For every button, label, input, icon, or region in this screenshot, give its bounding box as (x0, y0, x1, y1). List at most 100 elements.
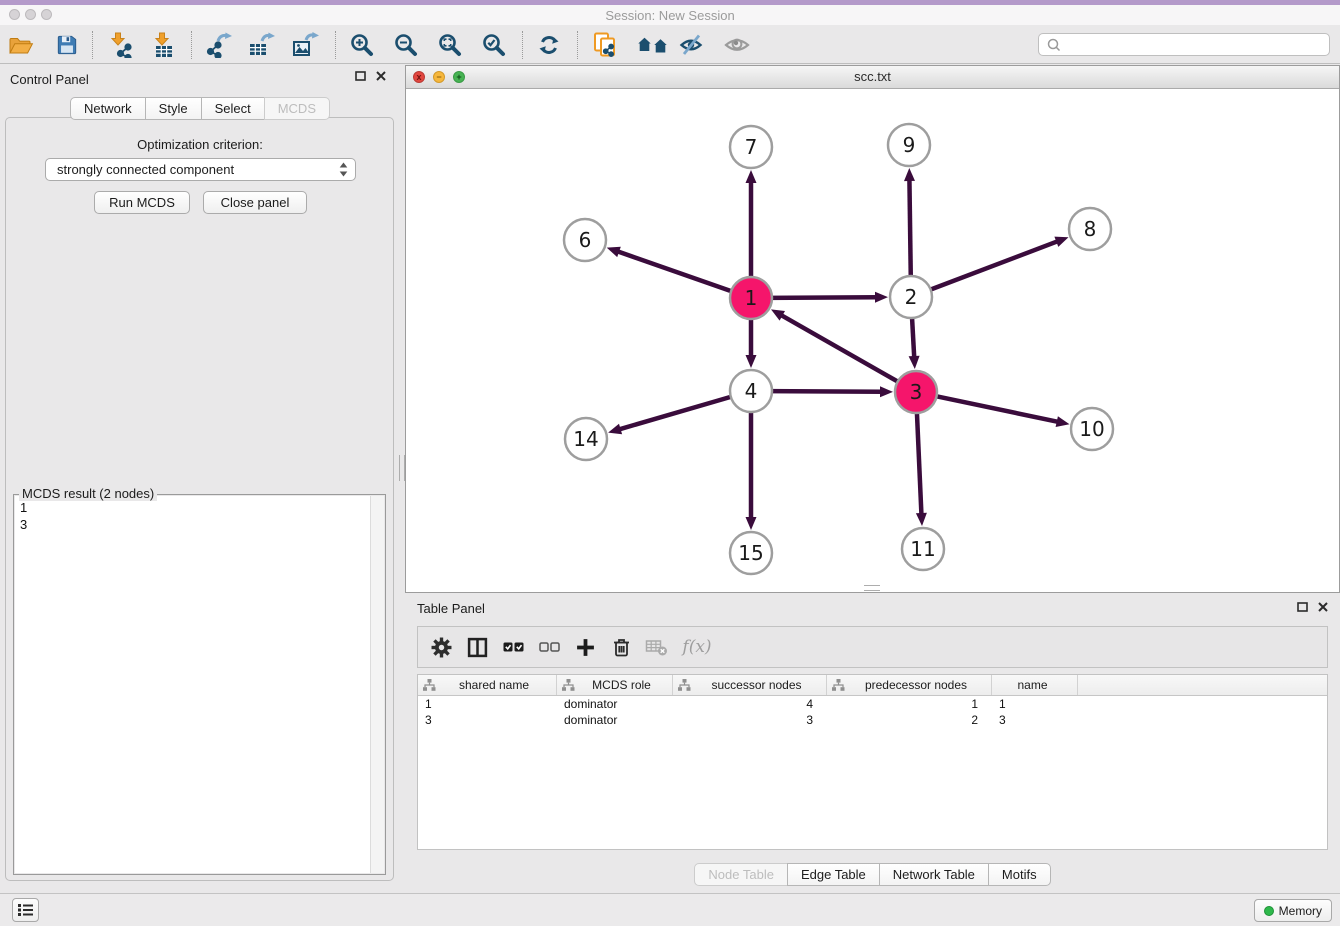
graph-edge-3-10[interactable] (934, 396, 1060, 423)
mcds-result-text: 1 3 (20, 499, 27, 533)
refresh-icon (538, 34, 560, 56)
column-header-successor-nodes[interactable]: successor nodes (673, 675, 827, 695)
import-table-button[interactable] (146, 29, 180, 61)
export-table-button[interactable] (245, 29, 279, 61)
graph-edge-2-3[interactable] (912, 315, 914, 359)
eye-icon (724, 35, 750, 55)
zoom-out-icon (394, 33, 418, 57)
table-row[interactable]: 3dominator323 (418, 712, 1327, 728)
delete-row-button[interactable] (606, 632, 636, 662)
export-network-button[interactable] (202, 29, 236, 61)
graph-node-8[interactable]: 8 (1069, 208, 1111, 250)
hide-selected-button[interactable] (675, 29, 709, 61)
graph-edge-3-1[interactable] (780, 314, 901, 383)
svg-text:10: 10 (1079, 417, 1104, 441)
graph-node-1[interactable]: 1 (730, 277, 772, 319)
table-row[interactable]: 1dominator411 (418, 696, 1327, 712)
control-panel: Control Panel Network Style Select MCDS … (0, 64, 400, 882)
network-graph-canvas[interactable]: 7 9 6 8 1 2 4 3 14 10 15 11 (406, 88, 1339, 592)
mcds-result-area: 1 3 (15, 496, 384, 873)
select-all-button[interactable] (498, 632, 528, 662)
graph-node-6[interactable]: 6 (564, 219, 606, 261)
graph-node-11[interactable]: 11 (902, 528, 944, 570)
tab-network-table[interactable]: Network Table (879, 863, 989, 886)
clone-network-button[interactable] (588, 29, 622, 61)
graph-edge-4-3[interactable] (769, 391, 883, 392)
save-disk-icon (56, 34, 78, 56)
zoom-in-button[interactable] (345, 29, 379, 61)
mcds-result-title: MCDS result (2 nodes) (19, 486, 157, 501)
graph-edge-2-9[interactable] (909, 178, 910, 279)
plus-icon (575, 637, 596, 658)
refresh-view-button[interactable] (532, 29, 566, 61)
task-history-button[interactable] (12, 898, 39, 922)
add-row-button[interactable] (570, 632, 600, 662)
graph-edge-1-6[interactable] (616, 251, 734, 292)
home-icon (636, 35, 670, 55)
float-panel-icon[interactable] (355, 71, 366, 81)
graph-node-15[interactable]: 15 (730, 532, 772, 574)
export-image-button[interactable] (289, 29, 323, 61)
import-network-button[interactable] (104, 29, 138, 61)
column-type-icon (832, 679, 845, 691)
zoom-in-icon (350, 33, 374, 57)
zoom-selected-button[interactable] (477, 29, 511, 61)
search-icon (1044, 37, 1064, 53)
svg-text:4: 4 (745, 379, 758, 403)
select-chevrons-icon (339, 162, 348, 177)
open-folder-icon (8, 34, 34, 56)
zoom-out-button[interactable] (389, 29, 423, 61)
close-panel-icon[interactable] (1318, 602, 1328, 612)
show-all-button[interactable] (720, 29, 754, 61)
search-field[interactable] (1038, 33, 1330, 56)
column-header-name[interactable]: name (992, 675, 1078, 695)
column-header-shared-name[interactable]: shared name (418, 675, 557, 695)
graph-node-4[interactable]: 4 (730, 370, 772, 412)
svg-text:8: 8 (1084, 217, 1097, 241)
close-panel-button[interactable]: Close panel (203, 191, 307, 214)
graph-node-2[interactable]: 2 (890, 276, 932, 318)
graph-node-3[interactable]: 3 (895, 371, 937, 413)
zoom-fit-button[interactable] (433, 29, 467, 61)
criterion-select[interactable]: strongly connected component (45, 158, 356, 181)
tab-mcds[interactable]: MCDS (264, 97, 330, 120)
graph-edge-2-8[interactable] (928, 241, 1059, 291)
graph-edge-4-14[interactable] (618, 396, 734, 430)
svg-text:2: 2 (905, 285, 918, 309)
columns-icon (467, 637, 488, 658)
float-panel-icon[interactable] (1297, 602, 1308, 612)
close-panel-icon[interactable] (376, 71, 386, 81)
zoom-selected-icon (482, 33, 506, 57)
save-session-button[interactable] (50, 29, 84, 61)
horizontal-splitter-handle[interactable] (864, 585, 880, 591)
tab-network[interactable]: Network (70, 97, 146, 120)
home-button[interactable] (634, 29, 672, 61)
tab-node-table[interactable]: Node Table (694, 863, 788, 886)
deselect-all-button[interactable] (534, 632, 564, 662)
table-toolbar: f(x) (417, 626, 1328, 668)
apply-function-button: f(x) (678, 632, 716, 662)
open-session-button[interactable] (4, 29, 38, 61)
memory-button[interactable]: Memory (1254, 899, 1332, 922)
graph-node-7[interactable]: 7 (730, 126, 772, 168)
graph-edge-1-2[interactable] (769, 297, 878, 298)
graph-node-10[interactable]: 10 (1071, 408, 1113, 450)
criterion-value: strongly connected component (57, 162, 234, 177)
tab-select[interactable]: Select (201, 97, 265, 120)
table-settings-button[interactable] (426, 632, 456, 662)
network-window-titlebar[interactable]: x − + scc.txt (406, 66, 1339, 89)
tab-motifs[interactable]: Motifs (988, 863, 1051, 886)
column-header-mcds-role[interactable]: MCDS role (557, 675, 673, 695)
run-mcds-button[interactable]: Run MCDS (94, 191, 190, 214)
export-network-icon (205, 32, 233, 58)
column-header-predecessor-nodes[interactable]: predecessor nodes (827, 675, 992, 695)
tab-style[interactable]: Style (145, 97, 202, 120)
import-table-icon (150, 32, 176, 58)
graph-node-9[interactable]: 9 (888, 124, 930, 166)
graph-node-14[interactable]: 14 (565, 418, 607, 460)
show-columns-button[interactable] (462, 632, 492, 662)
graph-edge-3-11[interactable] (917, 410, 922, 516)
tab-edge-table[interactable]: Edge Table (787, 863, 880, 886)
result-scrollbar[interactable] (370, 496, 384, 873)
search-input[interactable] (1064, 35, 1329, 54)
